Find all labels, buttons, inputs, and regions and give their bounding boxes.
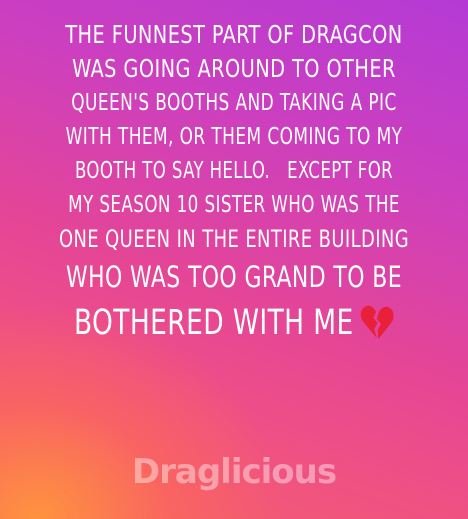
caption-line: WITH THEM, OR THEM COMING TO MY bbox=[65, 124, 403, 150]
caption-line: QUEEN'S BOOTHS AND TAKING A PIC bbox=[71, 90, 397, 116]
caption-line: WAS GOING AROUND TO OTHER bbox=[72, 54, 396, 83]
story-caption: THE FUNNEST PART OF DRAGCON WAS GOING AR… bbox=[0, 18, 468, 355]
caption-line: BOOTH TO SAY HELLO. EXCEPT FOR bbox=[74, 158, 394, 184]
story-background: THE FUNNEST PART OF DRAGCON WAS GOING AR… bbox=[0, 0, 468, 519]
broken-heart-icon bbox=[360, 303, 395, 355]
caption-line-last-text: BOTHERED WITH ME bbox=[73, 303, 354, 343]
caption-line-last: BOTHERED WITH ME bbox=[37, 297, 430, 355]
caption-line: THE FUNNEST PART OF DRAGCON bbox=[65, 20, 403, 49]
draglicious-watermark: Draglicious bbox=[131, 452, 337, 492]
caption-line: MY SEASON 10 SISTER WHO WAS THE bbox=[68, 192, 400, 218]
caption-line: WHO WAS TOO GRAND TO BE bbox=[66, 260, 402, 294]
caption-line: ONE QUEEN IN THE ENTIRE BUILDING bbox=[58, 225, 410, 253]
